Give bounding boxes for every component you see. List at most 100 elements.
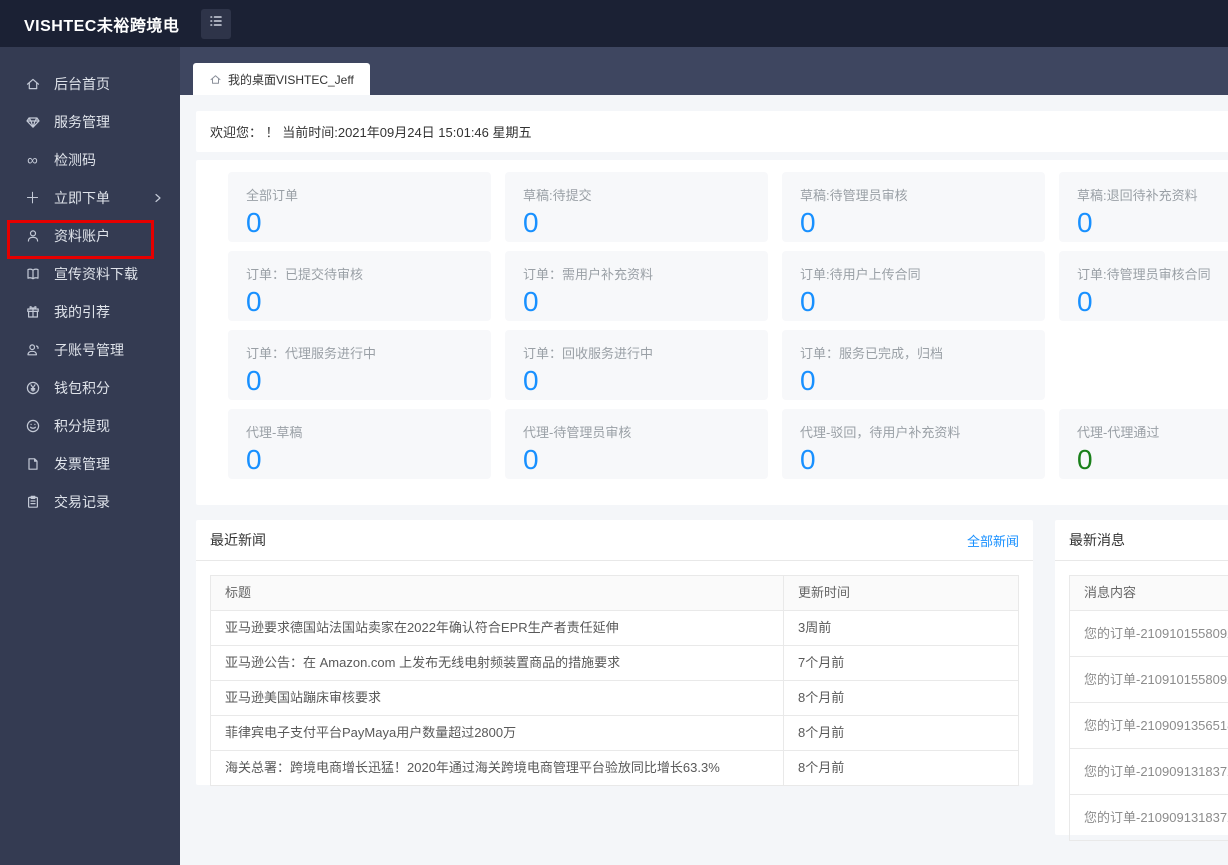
- stat-value[interactable]: 0: [1077, 286, 1228, 318]
- stat-value[interactable]: 0: [800, 365, 1027, 397]
- sidebar-item-place-order[interactable]: ＋ 立即下单: [0, 179, 180, 217]
- hamburger-menu-button[interactable]: [201, 8, 232, 39]
- stat-card: 订单:待用户上传合同 0: [782, 251, 1045, 321]
- home-icon: [209, 73, 222, 86]
- message-row[interactable]: 您的订单-21090913183725: [1070, 794, 1228, 840]
- stat-label: 代理-代理通过: [1077, 425, 1160, 440]
- sidebar-item-services[interactable]: 服务管理: [0, 103, 180, 141]
- sidebar-item-invoices[interactable]: 发票管理: [0, 445, 180, 483]
- home-icon: [24, 76, 41, 93]
- sidebar-item-profile-account[interactable]: 资料账户: [0, 217, 180, 255]
- messages-table: 消息内容 您的订单-21091015580920 您的订单-2109101558…: [1069, 575, 1228, 841]
- news-row[interactable]: 亚马逊要求德国站法国站卖家在2022年确认符合EPR生产者责任延伸 3周前: [211, 610, 1018, 645]
- clipboard-icon: [24, 494, 41, 511]
- sidebar-item-label: 资料账户: [54, 228, 110, 244]
- stat-value[interactable]: 0: [246, 365, 473, 397]
- sidebar-item-check-code[interactable]: ∞ 检测码: [0, 141, 180, 179]
- news-row[interactable]: 菲律宾电子支付平台PayMaya用户数量超过2800万 8个月前: [211, 715, 1018, 750]
- all-news-link[interactable]: 全部新闻: [967, 531, 1019, 550]
- news-row-title[interactable]: 菲律宾电子支付平台PayMaya用户数量超过2800万: [211, 716, 783, 750]
- gift-icon: [24, 304, 41, 321]
- message-row[interactable]: 您的订单-21091015580920: [1070, 610, 1228, 656]
- stat-value[interactable]: 0: [800, 286, 1027, 318]
- message-row[interactable]: 您的订单-21090913183725: [1070, 748, 1228, 794]
- stat-value[interactable]: 0: [1077, 207, 1228, 239]
- tab-my-desktop[interactable]: 我的桌面VISHTEC_Jeff: [193, 63, 370, 95]
- news-row-time: 8个月前: [783, 716, 1018, 750]
- messages-col-header: 消息内容: [1070, 576, 1228, 610]
- news-row-title[interactable]: 亚马逊公告：在 Amazon.com 上发布无线电射频装置商品的措施要求: [211, 646, 783, 680]
- stat-label: 订单:待管理员审核合同: [1077, 267, 1211, 282]
- sidebar-item-dashboard[interactable]: 后台首页: [0, 65, 180, 103]
- sidebar-item-label: 我的引荐: [54, 304, 110, 320]
- stat-label: 全部订单: [246, 188, 299, 203]
- sidebar-item-label: 发票管理: [54, 456, 110, 472]
- news-row-time: 7个月前: [783, 646, 1018, 680]
- stat-label: 订单：服务已完成，归档: [800, 346, 944, 361]
- news-panel-header: 最近新闻 全部新闻: [196, 520, 1033, 561]
- news-row-title[interactable]: 亚马逊美国站蹦床审核要求: [211, 681, 783, 715]
- stat-card: 代理-草稿 0: [228, 409, 491, 479]
- sidebar-item-label: 钱包积分: [54, 380, 110, 396]
- stat-value[interactable]: 0: [523, 207, 750, 239]
- stat-label: 草稿:退回待补充资料: [1077, 188, 1198, 203]
- stat-value[interactable]: 0: [523, 444, 750, 476]
- news-row-time: 3周前: [783, 611, 1018, 645]
- news-row[interactable]: 海关总署：跨境电商增长迅猛！2020年通过海关跨境电商管理平台验放同比增长63.…: [211, 750, 1018, 785]
- stat-value[interactable]: 0: [800, 207, 1027, 239]
- stat-card: 代理-待管理员审核 0: [505, 409, 768, 479]
- sidebar-item-promo-downloads[interactable]: 宣传资料下载: [0, 255, 180, 293]
- yen-circle-icon: [24, 380, 41, 397]
- messages-panel-header: 最新消息: [1055, 520, 1228, 561]
- sidebar-item-subaccounts[interactable]: 子账号管理: [0, 331, 180, 369]
- stat-grid-empty-cell: [1059, 330, 1228, 400]
- sidebar-nav: 后台首页 服务管理 ∞ 检测码 ＋ 立即下单 资料账户 宣传资料下载 我的引荐 …: [0, 47, 180, 865]
- chevron-right-icon: [152, 191, 164, 207]
- diamond-icon: [24, 114, 41, 131]
- news-row[interactable]: 亚马逊美国站蹦床审核要求 8个月前: [211, 680, 1018, 715]
- brand-logo: VISHTEC未裕跨境电: [24, 17, 180, 35]
- stat-label: 订单:待用户上传合同: [800, 267, 921, 282]
- sidebar-item-label: 积分提现: [54, 418, 110, 434]
- stat-value[interactable]: 0: [246, 444, 473, 476]
- sidebar-item-wallet-points[interactable]: 钱包积分: [0, 369, 180, 407]
- stat-card: 全部订单 0: [228, 172, 491, 242]
- infinity-icon: ∞: [27, 151, 38, 169]
- stat-label: 订单：已提交待审核: [246, 267, 364, 282]
- sidebar-item-transactions[interactable]: 交易记录: [0, 483, 180, 521]
- message-row[interactable]: 您的订单-21090913565184: [1070, 702, 1228, 748]
- top-header: VISHTEC未裕跨境电: [0, 0, 1228, 47]
- stat-label: 草稿:待管理员审核: [800, 188, 908, 203]
- news-row[interactable]: 亚马逊公告：在 Amazon.com 上发布无线电射频装置商品的措施要求 7个月…: [211, 645, 1018, 680]
- main-content: 欢迎您： ！ 当前时间:2021年09月24日 15:01:46 星期五 全部订…: [180, 95, 1228, 865]
- messages-panel: 最新消息 消息内容 您的订单-21091015580920 您的订单-21091…: [1055, 520, 1228, 841]
- welcome-text: 欢迎您： ！ 当前时间:2021年09月24日 15:01:46 星期五: [210, 125, 532, 140]
- sidebar-item-label: 检测码: [54, 152, 96, 168]
- news-row-time: 8个月前: [783, 751, 1018, 785]
- stat-value[interactable]: 0: [523, 286, 750, 318]
- news-col-time: 更新时间: [783, 576, 1018, 610]
- stat-card: 订单：已提交待审核 0: [228, 251, 491, 321]
- sidebar-item-referrals[interactable]: 我的引荐: [0, 293, 180, 331]
- stat-value[interactable]: 0: [1077, 444, 1228, 476]
- stat-value[interactable]: 0: [523, 365, 750, 397]
- plus-icon: ＋: [24, 189, 40, 207]
- sidebar-item-points-withdraw[interactable]: 积分提现: [0, 407, 180, 445]
- stat-value[interactable]: 0: [800, 444, 1027, 476]
- invoice-icon: [24, 456, 41, 473]
- stats-panel: 全部订单 0 草稿:待提交 0 草稿:待管理员审核 0 草稿:退回待补充资料 0…: [196, 160, 1228, 505]
- tab-label: 我的桌面VISHTEC_Jeff: [228, 72, 354, 87]
- smile-icon: [24, 418, 41, 435]
- stat-value[interactable]: 0: [246, 207, 473, 239]
- stat-label: 代理-待管理员审核: [523, 425, 632, 440]
- stat-value[interactable]: 0: [246, 286, 473, 318]
- news-row-title[interactable]: 亚马逊要求德国站法国站卖家在2022年确认符合EPR生产者责任延伸: [211, 611, 783, 645]
- message-row[interactable]: 您的订单-21091015580920: [1070, 656, 1228, 702]
- stat-label: 代理-驳回，待用户补充资料: [800, 425, 961, 440]
- stat-label: 订单：回收服务进行中: [523, 346, 654, 361]
- stats-grid: 全部订单 0 草稿:待提交 0 草稿:待管理员审核 0 草稿:退回待补充资料 0…: [228, 172, 1228, 479]
- user-icon: [24, 228, 41, 245]
- subaccount-icon: [24, 342, 41, 359]
- stat-card: 代理-驳回，待用户补充资料 0: [782, 409, 1045, 479]
- news-row-title[interactable]: 海关总署：跨境电商增长迅猛！2020年通过海关跨境电商管理平台验放同比增长63.…: [211, 751, 783, 785]
